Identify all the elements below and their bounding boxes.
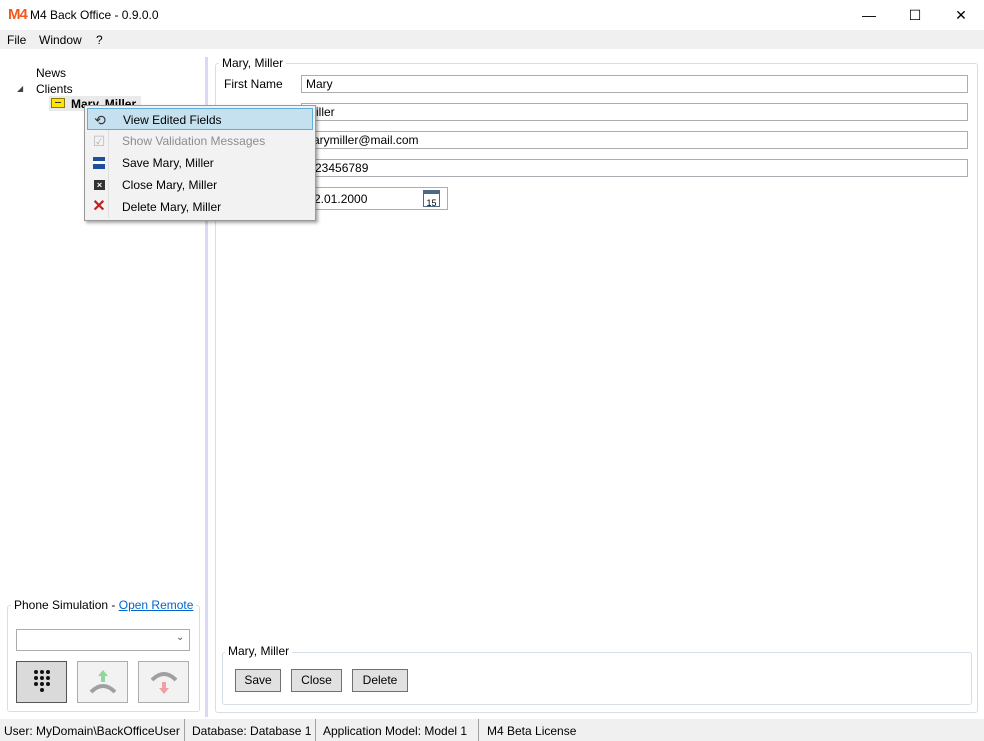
hang-up-button[interactable] bbox=[138, 661, 189, 703]
dialpad-icon bbox=[34, 670, 50, 692]
phone-title-text: Phone Simulation - bbox=[14, 598, 119, 612]
menu-item-label: View Edited Fields bbox=[123, 113, 222, 127]
last-name-input[interactable]: iller bbox=[301, 103, 968, 121]
status-divider bbox=[315, 719, 316, 741]
menu-window[interactable]: Window bbox=[39, 33, 82, 47]
menu-item-label: Close Mary, Miller bbox=[122, 178, 218, 192]
close-button[interactable]: Close bbox=[291, 669, 342, 692]
actions-group-title: Mary, Miller bbox=[225, 644, 293, 658]
dialpad-button[interactable] bbox=[16, 661, 67, 703]
status-divider bbox=[478, 719, 479, 741]
close-window-button[interactable]: ✕ bbox=[938, 0, 984, 30]
menu-item-close[interactable]: × Close Mary, Miller bbox=[87, 174, 313, 196]
window-title: M4 Back Office - 0.9.0.0 bbox=[30, 8, 159, 22]
hang-up-icon bbox=[150, 672, 178, 694]
status-user: User: MyDomain\BackOfficeUser bbox=[4, 724, 180, 738]
delete-icon: ✕ bbox=[92, 198, 106, 215]
menu-item-label: Delete Mary, Miller bbox=[122, 200, 222, 214]
save-button[interactable]: Save bbox=[235, 669, 281, 692]
validation-icon: ☑ bbox=[92, 133, 106, 149]
phone-input[interactable]: 23456789 bbox=[301, 159, 968, 177]
status-app-model: Application Model: Model 1 bbox=[323, 724, 468, 738]
phone-simulation-title: Phone Simulation - Open Remote bbox=[11, 598, 197, 612]
menu-help[interactable]: ? bbox=[96, 33, 103, 47]
menu-item-label: Save Mary, Miller bbox=[122, 156, 214, 170]
status-divider bbox=[184, 719, 185, 741]
status-database: Database: Database 1 bbox=[192, 724, 312, 738]
menu-file[interactable]: File bbox=[7, 33, 26, 47]
answer-call-button[interactable] bbox=[77, 661, 128, 703]
phone-dropdown[interactable] bbox=[16, 629, 190, 651]
calendar-icon[interactable]: 15 bbox=[423, 190, 440, 208]
first-name-input[interactable]: Mary bbox=[301, 75, 968, 93]
save-icon bbox=[91, 155, 107, 171]
menu-bar bbox=[0, 30, 984, 49]
menu-item-save[interactable]: Save Mary, Miller bbox=[87, 152, 313, 174]
menu-item-show-validation[interactable]: ☑ Show Validation Messages bbox=[87, 130, 313, 152]
tree-item-clients[interactable]: Clients bbox=[36, 82, 73, 96]
answer-call-icon bbox=[89, 670, 117, 694]
menu-item-label: Show Validation Messages bbox=[122, 134, 266, 148]
tree-item-news[interactable]: News bbox=[36, 66, 66, 80]
menu-item-view-edited-fields[interactable]: ⟲ View Edited Fields bbox=[87, 108, 313, 130]
delete-button[interactable]: Delete bbox=[352, 669, 408, 692]
first-name-label: First Name bbox=[224, 77, 283, 91]
client-group-title: Mary, Miller bbox=[219, 56, 287, 70]
status-license: M4 Beta License bbox=[487, 724, 577, 738]
maximize-button[interactable]: ☐ bbox=[892, 0, 938, 30]
open-remote-link[interactable]: Open Remote bbox=[119, 598, 194, 612]
close-doc-icon: × bbox=[91, 177, 107, 193]
email-input[interactable]: arymiller@mail.com bbox=[301, 131, 968, 149]
context-menu: ⟲ View Edited Fields ☑ Show Validation Mes… bbox=[84, 105, 316, 221]
menu-item-delete[interactable]: ✕ Delete Mary, Miller bbox=[87, 196, 313, 218]
client-icon bbox=[51, 98, 65, 108]
app-logo: M4 bbox=[8, 6, 28, 23]
view-edited-icon: ⟲ bbox=[94, 112, 106, 128]
minimize-button[interactable]: — bbox=[846, 0, 892, 30]
expand-triangle-icon[interactable]: ◢ bbox=[17, 84, 23, 93]
chevron-down-icon[interactable]: ⌄ bbox=[176, 632, 184, 643]
